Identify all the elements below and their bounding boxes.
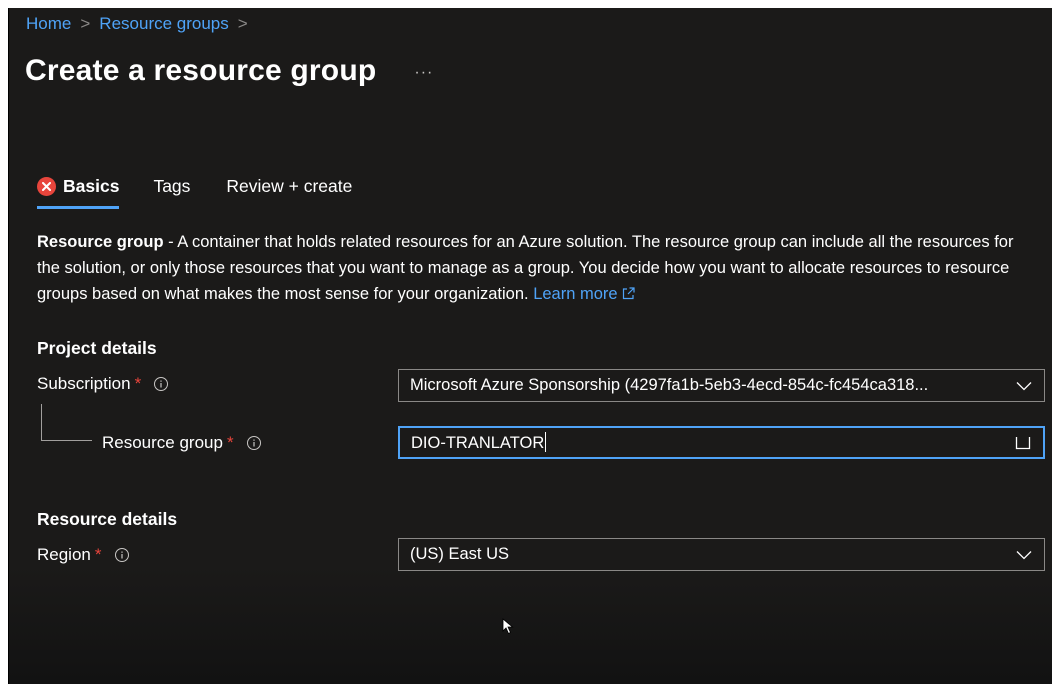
subscription-value: Microsoft Azure Sponsorship (4297fa1b-5e… <box>410 376 929 394</box>
mouse-pointer-icon <box>502 618 514 640</box>
tab-review-create-label: Review + create <box>226 176 353 196</box>
error-circle-icon <box>37 177 56 196</box>
info-icon[interactable] <box>153 376 169 392</box>
subscription-label-text: Subscription <box>37 374 131 393</box>
resource-details-heading: Resource details <box>37 509 178 529</box>
description-term: Resource group <box>37 233 164 251</box>
resource-group-input[interactable]: DIO-TRANLATOR <box>398 426 1045 459</box>
required-indicator: * <box>134 374 142 393</box>
hierarchy-connector <box>41 404 92 441</box>
required-indicator: * <box>94 545 102 564</box>
subscription-label: Subscription * <box>37 374 169 394</box>
region-label-text: Region <box>37 545 91 564</box>
tab-tags-label: Tags <box>153 176 191 196</box>
tab-review-create[interactable]: Review + create <box>226 176 352 209</box>
tab-tags[interactable]: Tags <box>153 176 190 209</box>
input-format-icon <box>1015 436 1031 450</box>
region-dropdown[interactable]: (US) East US <box>398 538 1045 571</box>
breadcrumb-home-link[interactable]: Home <box>26 14 71 34</box>
more-options-button[interactable]: ··· <box>414 64 433 82</box>
tab-basics[interactable]: Basics <box>37 176 120 209</box>
title-row: Create a resource group ··· <box>25 54 433 88</box>
learn-more-link[interactable]: Learn more <box>533 285 635 303</box>
project-details-heading: Project details <box>37 338 157 358</box>
external-link-icon <box>622 282 635 308</box>
tab-list: Basics Tags Review + create <box>37 176 352 209</box>
page-title: Create a resource group <box>25 54 377 87</box>
portal-blade: Home > Resource groups > Create a resour… <box>9 8 1052 571</box>
required-indicator: * <box>226 433 234 452</box>
resource-group-label: Resource group * <box>102 433 262 453</box>
text-caret <box>545 432 547 452</box>
tab-basics-label: Basics <box>63 176 120 196</box>
resource-group-label-text: Resource group <box>102 433 223 452</box>
page-footer-area <box>9 566 1052 684</box>
info-icon[interactable] <box>114 547 130 563</box>
region-label: Region * <box>37 545 130 565</box>
chevron-down-icon <box>1016 550 1032 560</box>
region-value: (US) East US <box>410 545 510 563</box>
breadcrumb-separator-icon: > <box>237 14 248 33</box>
info-icon[interactable] <box>246 435 262 451</box>
breadcrumb-resource-groups-link[interactable]: Resource groups <box>99 14 228 34</box>
chevron-down-icon <box>1016 381 1032 391</box>
resource-group-description: Resource group - A container that holds … <box>37 229 1037 308</box>
resource-group-value: DIO-TRANLATOR <box>411 434 545 452</box>
learn-more-label: Learn more <box>533 285 618 303</box>
breadcrumb: Home > Resource groups > <box>26 14 248 34</box>
description-text: - A container that holds related resourc… <box>37 233 1014 303</box>
resource-group-input-value: DIO-TRANLATOR <box>411 432 1015 453</box>
breadcrumb-separator-icon: > <box>80 14 91 33</box>
subscription-dropdown[interactable]: Microsoft Azure Sponsorship (4297fa1b-5e… <box>398 369 1045 402</box>
